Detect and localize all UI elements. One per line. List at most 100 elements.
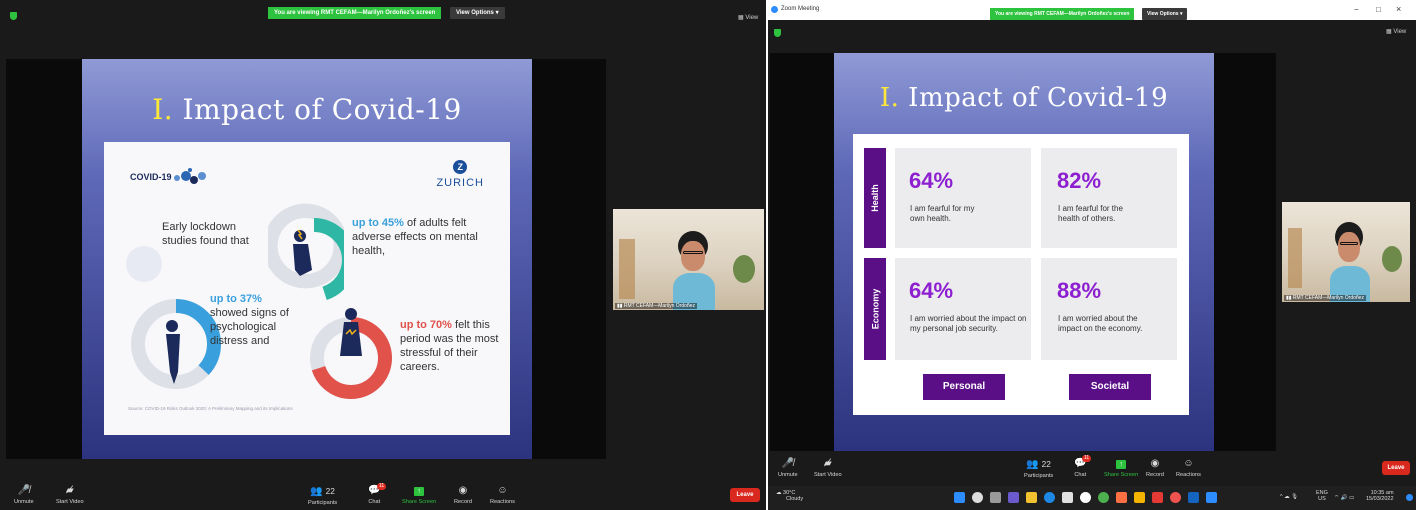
view-options-button[interactable]: View Options ▾ <box>450 7 505 19</box>
store-icon[interactable] <box>1062 492 1073 503</box>
minimize-button[interactable]: − <box>1354 5 1359 14</box>
shared-screen-stage: I. Impact of Covid-19 COVID-19 Z ZURICH … <box>6 59 606 459</box>
task-view-icon[interactable] <box>990 492 1001 503</box>
start-video-button[interactable]: ▰̸ Start Video <box>814 458 842 478</box>
record-icon: ◉ <box>458 485 468 496</box>
view-button[interactable]: ▦ View <box>1386 28 1406 35</box>
donut-70-chart <box>310 308 392 399</box>
share-screen-label: Share Screen <box>1104 472 1139 478</box>
distressed-person-icon <box>293 229 312 276</box>
view-button[interactable]: ▦ View <box>738 14 758 21</box>
view-label: View <box>745 15 759 21</box>
language-indicator[interactable]: ENG US <box>1316 490 1328 502</box>
reactions-button[interactable]: ☺ Reactions <box>1176 458 1201 478</box>
app-icon[interactable] <box>1098 492 1109 503</box>
participant-name: RMT CEFAM—Marilyn Ordoñez <box>623 303 695 309</box>
stat-card-economy-personal: 64% I am worried about the impact on my … <box>895 258 1031 360</box>
word-icon[interactable] <box>1188 492 1199 503</box>
stat-description: I am fearful for the health of others. <box>1058 204 1123 223</box>
screen-share-banner: You are viewing RMT CEFAM—Marilyn Ordoñe… <box>990 8 1135 20</box>
unmute-button[interactable]: 🎤̸ Unmute <box>778 458 798 478</box>
stressed-worker-icon <box>340 308 362 356</box>
view-label: View <box>1393 29 1407 35</box>
participants-label: Participants <box>1024 473 1054 479</box>
browser-icon[interactable] <box>1170 492 1181 503</box>
right-zoom-window: Zoom Meeting − □ × You are viewing RMT C… <box>768 0 1416 510</box>
stat-70-text: up to 70% felt this period was the most … <box>400 318 500 374</box>
record-icon: ◉ <box>1150 458 1160 469</box>
security-shield-icon[interactable] <box>10 12 17 20</box>
participant-video[interactable]: ▮▮ RMT CEFAM—Marilyn Ordoñez <box>613 209 764 310</box>
mic-muted-icon: 🎤̸ <box>17 485 31 496</box>
edge-browser-icon[interactable] <box>1044 492 1055 503</box>
row-label-economy: Economy <box>864 258 886 360</box>
region-code: US <box>1318 496 1326 502</box>
clock[interactable]: 10:35 am 15/03/2022 <box>1366 490 1394 502</box>
participants-button[interactable]: 👥 22 Participants <box>1024 458 1053 479</box>
close-button[interactable]: × <box>1396 4 1401 14</box>
participant-video[interactable]: ▮▮ RMT CEFAM—Marilyn Ordoñez <box>1282 202 1410 302</box>
column-label-societal: Societal <box>1069 374 1151 400</box>
start-video-button[interactable]: ▰̸ Start Video <box>56 485 84 505</box>
reactions-button[interactable]: ☺ Reactions <box>490 485 515 505</box>
record-label: Record <box>1146 472 1165 478</box>
maximize-button[interactable]: □ <box>1376 5 1381 14</box>
mic-muted-icon: 🎤̸ <box>781 458 795 469</box>
record-label: Record <box>454 499 473 505</box>
participants-count: 22 <box>325 486 335 496</box>
pdf-icon[interactable] <box>1152 492 1163 503</box>
chat-badge: 11 <box>377 483 387 490</box>
chrome-icon[interactable] <box>1080 492 1091 503</box>
person-face <box>681 241 705 271</box>
start-video-label: Start Video <box>814 472 842 478</box>
stat-percent: 64% <box>909 168 954 193</box>
start-menu-icon[interactable] <box>954 492 965 503</box>
chat-label: Chat <box>1074 472 1087 478</box>
covid-label: COVID-19 <box>130 172 172 182</box>
title-text: Impact of Covid-19 <box>173 93 462 126</box>
donut-45-chart <box>268 203 344 302</box>
stat-percent: 88% <box>1057 278 1102 303</box>
chat-label: Chat <box>368 499 381 505</box>
zoom-taskbar-icon[interactable] <box>1206 492 1217 503</box>
participants-button[interactable]: 👥 22 Participants <box>308 485 337 506</box>
share-screen-button[interactable]: ↑ Share Screen <box>1104 458 1138 478</box>
row-label-health: Health <box>864 148 886 248</box>
security-shield-icon[interactable] <box>774 29 781 37</box>
weather-widget[interactable]: ☁ 30°C Cloudy <box>776 490 803 502</box>
record-button[interactable]: ◉ Record <box>454 485 472 505</box>
virus-dots-icon <box>174 168 206 184</box>
leave-button[interactable]: Leave <box>730 488 760 502</box>
glasses <box>683 251 703 254</box>
file-explorer-icon[interactable] <box>1026 492 1037 503</box>
title-roman: I. <box>152 93 174 126</box>
network-sound-icons[interactable]: ⌔ 🔊 ▭ <box>1334 494 1354 501</box>
stat-description: I am worried about the impact on the eco… <box>1058 314 1143 333</box>
participants-label: Participants <box>308 500 338 506</box>
notification-icon[interactable] <box>1406 494 1413 501</box>
widgets-icon[interactable] <box>1008 492 1019 503</box>
record-button[interactable]: ◉ Record <box>1146 458 1164 478</box>
leave-button[interactable]: Leave <box>1382 461 1410 475</box>
view-options-button[interactable]: View Options ▾ <box>1142 8 1188 20</box>
source-text: Source: COVID-19 Risks Outlook 2020: A P… <box>128 406 293 411</box>
stat-description: I am worried about the impact on my pers… <box>910 314 1027 333</box>
row-label-health-text: Health <box>870 184 881 212</box>
share-screen-button[interactable]: ↑ Share Screen <box>402 485 436 505</box>
stat-description: I am fearful for my own health. <box>910 204 975 223</box>
notes-icon[interactable] <box>1134 492 1145 503</box>
search-icon[interactable] <box>972 492 983 503</box>
screen-share-banner: You are viewing RMT CEFAM—Marilyn Ordoñe… <box>268 7 442 19</box>
meeting-toolbar: 🎤̸ Unmute ▰̸ Start Video 👥 22 Participants … <box>768 455 1416 483</box>
shared-screen-stage: I. Impact of Covid-19 Health Economy 64%… <box>770 53 1276 451</box>
bookshelf <box>1288 228 1302 288</box>
clock-date: 15/03/2022 <box>1366 496 1394 502</box>
zurich-z-icon: Z <box>453 160 468 174</box>
firefox-icon[interactable] <box>1116 492 1127 503</box>
survey-panel: Health Economy 64% I am fearful for my o… <box>853 134 1189 415</box>
participant-name: RMT CEFAM—Marilyn Ordoñez <box>1292 295 1364 301</box>
system-tray-icons[interactable]: ^ ☁ 🎙 <box>1280 494 1298 500</box>
video-off-icon: ▰̸ <box>823 458 832 469</box>
unmute-button[interactable]: 🎤̸ Unmute <box>14 485 34 505</box>
stat-card-economy-societal: 88% I am worried about the impact on the… <box>1041 258 1177 360</box>
